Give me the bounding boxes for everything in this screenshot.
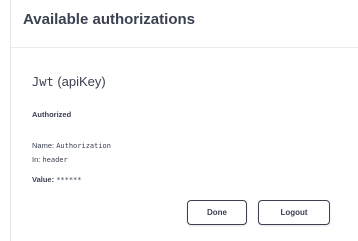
auth-scheme-name: Jwt: [32, 75, 54, 89]
auth-in-label: In:: [32, 155, 41, 164]
logout-button[interactable]: Logout: [258, 200, 330, 225]
auth-name-row: Name: Authorization: [32, 141, 111, 150]
auth-scheme-heading: Jwt (apiKey): [32, 74, 106, 89]
auth-value-row: Value: ******: [32, 175, 81, 184]
auth-scheme-type: (apiKey): [57, 74, 106, 89]
auth-in-value: header: [42, 156, 68, 164]
auth-in-row: In: header: [32, 155, 68, 164]
auth-status: Authorized: [32, 110, 72, 119]
auth-value-masked: ******: [56, 176, 82, 184]
done-button[interactable]: Done: [187, 200, 247, 225]
auth-value-label: Value:: [32, 175, 55, 184]
auth-name-label: Name:: [32, 141, 55, 150]
modal-title: Available authorizations: [23, 11, 195, 28]
modal-header: Available authorizations: [11, 0, 358, 48]
auth-name-value: Authorization: [56, 142, 111, 150]
